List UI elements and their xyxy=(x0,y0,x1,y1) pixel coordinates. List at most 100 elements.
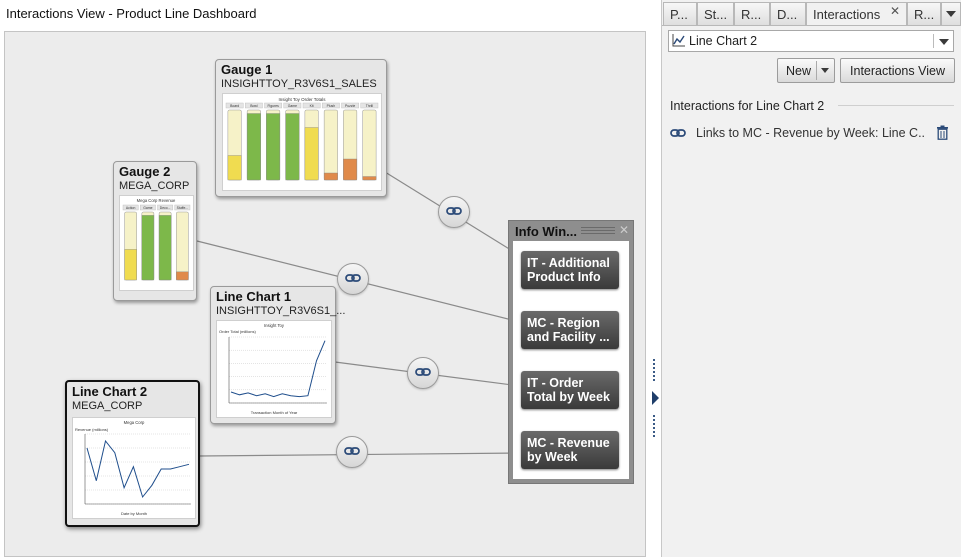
gauge1-chart-title: Insight Toy Order Totals xyxy=(278,97,326,102)
gauge-column-label: Puzzle xyxy=(345,104,355,108)
chain-link-icon xyxy=(415,366,431,380)
tab-menu-button[interactable] xyxy=(941,2,961,26)
gauge-track xyxy=(323,109,338,181)
chain-link-icon xyxy=(345,272,361,286)
panel-splitter[interactable] xyxy=(647,31,661,557)
gauge-level-bar xyxy=(227,155,242,181)
splitter-grip-bottom[interactable] xyxy=(653,415,655,437)
interactions-view-button[interactable]: Interactions View xyxy=(840,58,955,83)
chart-select[interactable]: Line Chart 2 xyxy=(668,30,954,52)
gauge-column-label: Plush xyxy=(327,104,336,108)
line-chart1-xlabel: Transaction Month of Year xyxy=(251,410,298,415)
gauge-track xyxy=(362,109,377,181)
line-chart-icon xyxy=(672,33,686,50)
gauge-column-label: Stuffe... xyxy=(177,206,189,210)
thumb-series-line xyxy=(86,439,190,499)
gauge-level-bar xyxy=(176,271,189,281)
select-divider xyxy=(933,34,934,48)
new-interaction-button[interactable]: New xyxy=(777,58,835,83)
gauge-level-bar xyxy=(285,113,300,181)
chain-link-icon xyxy=(344,445,360,459)
trash-icon[interactable] xyxy=(936,125,949,143)
gauge-level-bar xyxy=(304,127,319,181)
line-chart2-thumbnail: Mega Corp Revenue (millions) Date by Mon… xyxy=(72,417,196,519)
right-panel: P... St... R... D... Interactions ✕ R...… xyxy=(661,0,961,557)
gauge2-title: Gauge 2 xyxy=(119,164,171,179)
gauge-level-bar xyxy=(158,215,172,281)
gauge-column-label: Game xyxy=(288,104,297,108)
info-window-body: IT - Additional Product Info MC - Region… xyxy=(513,241,629,479)
info-window-title: Info Win... xyxy=(515,224,577,239)
line-chart2-ylabel: Revenue (millions) xyxy=(75,427,109,432)
gauge1-title: Gauge 1 xyxy=(221,62,273,77)
chain-link-icon xyxy=(670,127,686,141)
gauge-level-bar xyxy=(362,176,377,181)
target-mc-region-facility[interactable]: MC - Region and Facility ... xyxy=(521,311,619,349)
chevron-down-icon[interactable] xyxy=(939,39,949,45)
target-mc-revenue-by-week[interactable]: MC - Revenue by Week xyxy=(521,431,619,469)
collapse-arrow-icon[interactable] xyxy=(652,391,659,405)
gauge-level-bar xyxy=(246,113,261,181)
gauge-column-label: Figures xyxy=(267,104,279,108)
interaction-item-label: Links to MC - Revenue by Week: Line C... xyxy=(696,126,924,140)
link-button-gauge1[interactable] xyxy=(438,196,470,228)
gauge-level-bar xyxy=(343,158,358,181)
interaction-list-item[interactable]: Links to MC - Revenue by Week: Line C... xyxy=(668,120,958,146)
line-chart2-chart-title: Mega Corp xyxy=(124,420,145,425)
gauge2-thumbnail: Mega Corp Revenue Action Game Deco... Stuff… xyxy=(119,195,194,291)
tab-roles[interactable]: R... xyxy=(734,2,770,26)
drag-grip-icon[interactable] xyxy=(581,227,615,236)
gauge1-chart: Insight Toy Order Totals Board Bowl Figure… xyxy=(225,97,379,181)
line-chart1-chart-title: Insight Toy xyxy=(264,323,285,328)
line-chart1-title: Line Chart 1 xyxy=(216,289,292,304)
tab-ranks[interactable]: R... xyxy=(907,2,941,26)
gauge-column-label: Bowl xyxy=(250,104,258,108)
gauge2-chart-title: Mega Corp Revenue xyxy=(137,198,176,203)
thumb-series-line xyxy=(230,340,326,398)
target-it-additional-product-info[interactable]: IT - Additional Product Info xyxy=(521,251,619,289)
line-chart2-node[interactable]: Line Chart 2 MEGA_CORP Mega Corp Revenue… xyxy=(65,380,200,527)
line-chart1-chart: Insight Toy Order Total (millions) Trans… xyxy=(219,323,327,415)
gauge2-chart: Mega Corp Revenue Action Game Deco... Stuff… xyxy=(122,198,191,281)
tab-interactions-label: Interactions xyxy=(813,7,881,22)
view-title: Interactions View - Product Line Dashboa… xyxy=(6,6,257,21)
line-chart2-title: Line Chart 2 xyxy=(72,384,148,399)
gauge1-thumbnail: Insight Toy Order Totals Board Bowl Figure… xyxy=(222,93,382,191)
target-label: IT - Order Total by Week xyxy=(527,376,610,404)
gauge-level-bar xyxy=(141,215,155,281)
splitter-grip-top[interactable] xyxy=(653,359,655,381)
line-chart1-subtitle: INSIGHTTOY_R3V6S1_... xyxy=(216,305,346,317)
section-title: Interactions for Line Chart 2 xyxy=(670,99,825,113)
chevron-down-icon xyxy=(946,11,956,17)
tab-display[interactable]: D... xyxy=(770,2,806,26)
new-button-label: New xyxy=(786,64,812,78)
gauge-level-bar xyxy=(124,249,137,281)
button-divider xyxy=(816,61,817,80)
link-button-line-chart1[interactable] xyxy=(407,357,439,389)
line-chart1-node[interactable]: Line Chart 1 INSIGHTTOY_R3V6S1_... Insig… xyxy=(210,286,345,424)
gauge-column-label: Thrill xyxy=(366,104,374,108)
gauge1-node[interactable]: Gauge 1 INSIGHTTOY_R3V6S1_SALES Insight … xyxy=(215,59,387,197)
line-chart1-thumbnail: Insight Toy Order Total (millions) Trans… xyxy=(216,320,332,418)
chain-link-icon xyxy=(446,205,462,219)
close-tab-icon[interactable]: ✕ xyxy=(890,4,900,18)
target-label: MC - Region and Facility ... xyxy=(527,316,610,344)
link-button-line-chart2[interactable] xyxy=(336,436,368,468)
line-chart2-subtitle: MEGA_CORP xyxy=(72,400,143,412)
target-label: MC - Revenue by Week xyxy=(527,436,610,464)
chart-select-value: Line Chart 2 xyxy=(689,34,758,48)
gauge-column-label: Game xyxy=(143,206,152,210)
gauge2-node[interactable]: Gauge 2 MEGA_CORP Mega Corp Revenue Acti… xyxy=(113,161,197,301)
gauge-column-label: Kit xyxy=(310,104,314,108)
gauge-track xyxy=(176,211,189,281)
gauge-column-label: Action xyxy=(126,206,136,210)
link-button-gauge2[interactable] xyxy=(337,263,369,295)
close-icon[interactable]: ✕ xyxy=(619,223,629,237)
tab-properties[interactable]: P... xyxy=(663,2,697,26)
tab-divider xyxy=(662,25,961,26)
target-it-order-total-by-week[interactable]: IT - Order Total by Week xyxy=(521,371,619,409)
line-chart2-chart: Mega Corp Revenue (millions) Date by Mon… xyxy=(75,420,191,516)
chevron-down-icon[interactable] xyxy=(821,68,829,73)
tab-styles[interactable]: St... xyxy=(697,2,734,26)
info-window[interactable]: Info Win... ✕ IT - Additional Product In… xyxy=(508,220,634,484)
